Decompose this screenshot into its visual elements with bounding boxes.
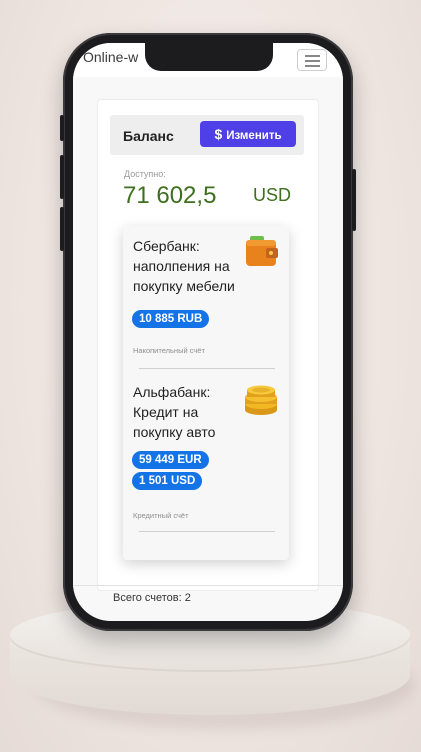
available-amount: 71 602,5 [123, 182, 217, 209]
app-brand[interactable]: Online-w [83, 49, 138, 65]
account-balance-pill: 10 885 RUB [132, 310, 210, 328]
phone-notch [145, 43, 273, 71]
accounts-total: Всего счетов: 2 [113, 592, 191, 604]
accounts-panel: Сбербанк: наполпения на покупку мебели 1… [123, 226, 289, 560]
account-name: Альфабанк: Кредит на покупку авто [133, 384, 216, 440]
account-balance-pill: 1 501 USD [132, 472, 203, 490]
account-divider [139, 368, 275, 369]
available-currency: USD [253, 185, 292, 205]
account-name: Сбербанк: наполпения на покупку мебели [133, 238, 235, 294]
dollar-icon: $ [214, 126, 223, 142]
phone-screen: Online-w Баланс $ Изменить Доступно: 71 6… [73, 43, 343, 621]
change-button[interactable]: $ Изменить [200, 121, 296, 147]
change-button-label: Изменить [226, 130, 282, 142]
menu-button[interactable] [297, 49, 327, 71]
phone-button-left [60, 115, 64, 141]
balance-title: Баланс [123, 128, 174, 144]
account-type: Кредитный счёт [133, 511, 189, 520]
hamburger-icon-line [305, 65, 320, 67]
phone-button-left [60, 207, 64, 251]
account-balance-pill: 59 449 EUR [132, 451, 209, 469]
wallet-icon [246, 236, 278, 266]
phone-button-left [60, 155, 64, 199]
phone-button-right [352, 169, 356, 231]
hamburger-icon-line [305, 55, 320, 57]
account-divider [139, 531, 275, 532]
phone-frame: Online-w Баланс $ Изменить Доступно: 71 6… [60, 33, 356, 631]
hamburger-icon-line [305, 60, 320, 62]
account-type: Накопительный счёт [133, 346, 205, 355]
available-label: Доступно: [124, 169, 166, 179]
coins-icon [245, 385, 277, 415]
footer-divider [73, 585, 343, 586]
balance-bar: Баланс $ Изменить [110, 115, 304, 155]
